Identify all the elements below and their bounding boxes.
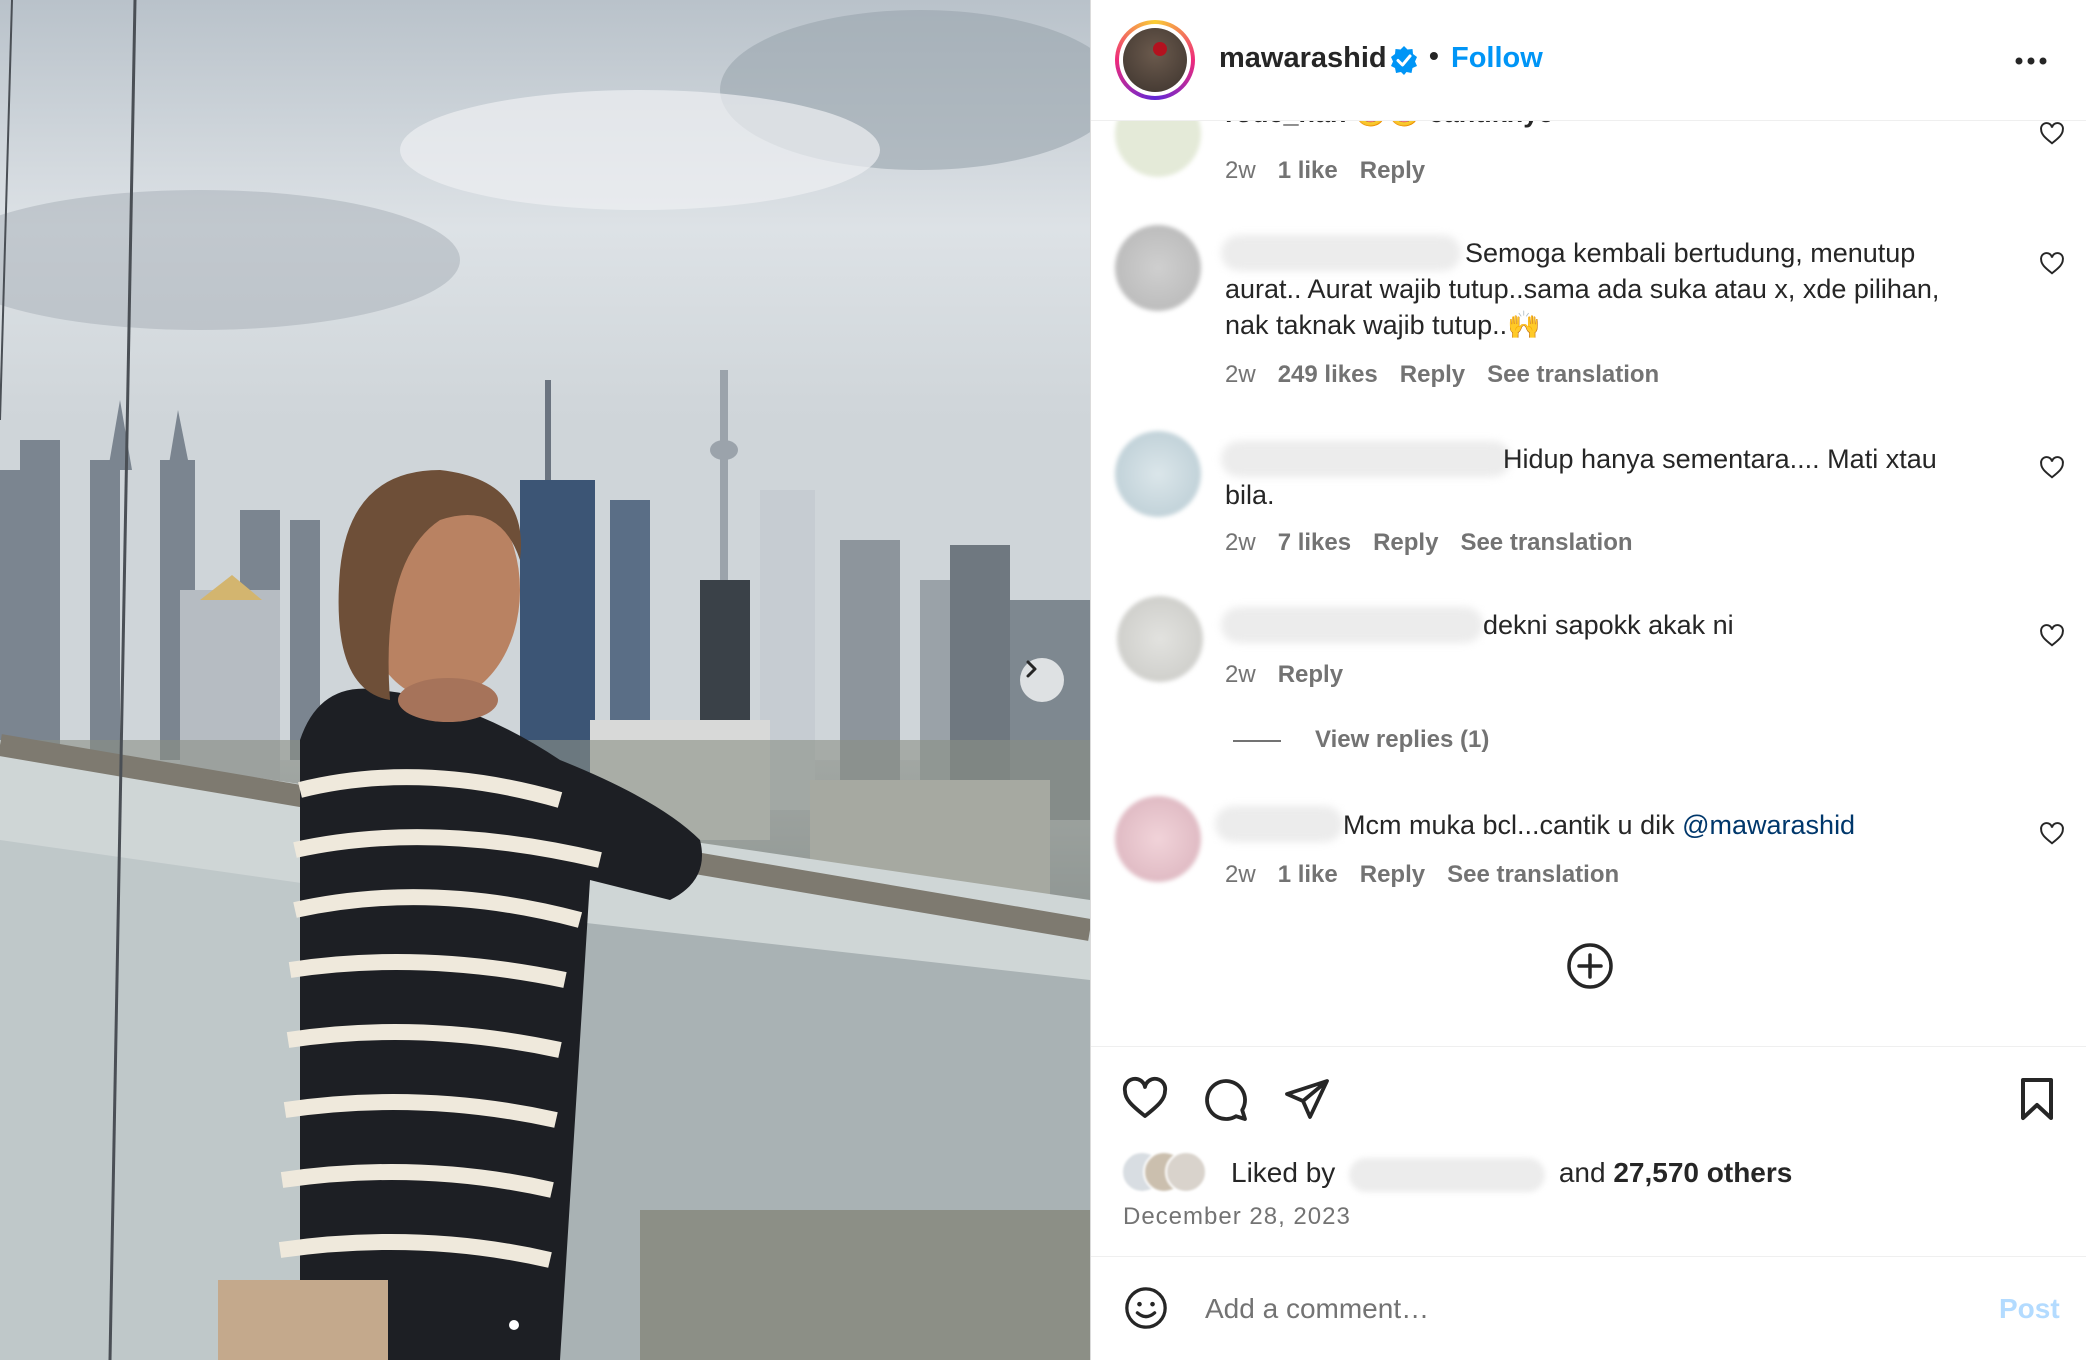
carousel-dot-active (509, 1320, 519, 1330)
comment-likes[interactable]: 7 likes (1278, 529, 1351, 556)
view-replies-button[interactable]: View replies (1) (1233, 726, 1489, 754)
comment-text-line: bila. (1225, 480, 1275, 510)
comment-meta: 2w 1 like Reply (1225, 157, 1447, 185)
post-side-panel: mawarashid • Follow rode_nan 😄😄 cantikny… (1090, 0, 2086, 1360)
comment-likes[interactable]: 1 like (1278, 861, 1338, 888)
comment-meta: 2w 249 likes Reply See translation (1225, 361, 1681, 389)
follow-button[interactable]: Follow (1451, 42, 1543, 75)
commenter-avatar[interactable] (1115, 225, 1201, 311)
comment-meta: 2w Reply (1225, 661, 1365, 689)
see-translation-button[interactable]: See translation (1460, 529, 1632, 556)
verified-badge-icon (1391, 46, 1417, 75)
like-heart-icon[interactable] (1121, 1075, 1169, 1123)
comment-text-line: Mcm muka bcl...cantik u dik @mawarashid (1343, 807, 1855, 843)
comment-mention-link[interactable]: @mawarashid (1682, 810, 1855, 840)
header-separator: • (1429, 40, 1439, 71)
comment-likes[interactable]: 1 like (1278, 157, 1338, 184)
post-header: mawarashid • Follow (1091, 0, 2086, 121)
comment-like-heart-icon[interactable] (2039, 251, 2065, 277)
comment-time[interactable]: 2w (1225, 157, 1256, 184)
comment-text-line: aurat.. Aurat wajib tutup..sama ada suka… (1225, 274, 1940, 304)
liked-by-text: Liked by and 27,570 others (1231, 1157, 1792, 1192)
view-replies-label: View replies (1) (1315, 726, 1490, 753)
bookmark-icon[interactable] (2013, 1075, 2061, 1123)
comment-reply-button[interactable]: Reply (1360, 157, 1425, 184)
author-avatar[interactable] (1115, 20, 1195, 100)
comment-text: Mcm muka bcl...cantik u dik (1343, 810, 1683, 840)
commenter-name-redacted (1215, 806, 1343, 842)
comment-time[interactable]: 2w (1225, 861, 1256, 888)
post-photo[interactable] (0, 0, 1090, 1360)
commenter-name-redacted (1221, 607, 1483, 643)
liked-by-and: and (1558, 1157, 1606, 1188)
comment-icon[interactable] (1201, 1075, 1249, 1123)
post-comment-button[interactable]: Post (1999, 1293, 2060, 1325)
likes-count[interactable]: 27,570 others (1613, 1157, 1792, 1188)
comments-list[interactable]: rode_nan 😄😄 cantiknye 2w 1 like Reply Semo… (1091, 121, 2086, 1046)
comment-text-line: Hidup hanya sementara.... Mati xtau (1503, 444, 1937, 474)
city-balcony-photo (0, 0, 1090, 1360)
comment-reply-button[interactable]: Reply (1278, 661, 1343, 688)
next-photo-button[interactable] (1020, 658, 1064, 702)
see-translation-button[interactable]: See translation (1487, 361, 1659, 388)
commenter-name-redacted (1221, 441, 1511, 477)
liked-by-label: Liked by (1231, 1157, 1336, 1188)
comment-like-heart-icon[interactable] (2039, 121, 2065, 147)
commenter-avatar[interactable] (1115, 796, 1201, 882)
commenter-name-redacted (1221, 235, 1461, 271)
comment-like-heart-icon[interactable] (2039, 623, 2065, 649)
comment-time[interactable]: 2w (1225, 529, 1256, 556)
emoji-icon[interactable] (1123, 1285, 1169, 1331)
liked-by-avatars[interactable] (1121, 1151, 1231, 1193)
add-comment-bar: Post (1091, 1256, 2086, 1361)
comment-text-line: Semoga kembali bertudung, menutup (1465, 238, 1916, 268)
author-username[interactable]: mawarashid (1219, 42, 1387, 75)
comment-text: rode_nan 😄😄 cantiknye (1225, 121, 1553, 131)
replies-line (1233, 739, 1281, 742)
comment-time[interactable]: 2w (1225, 661, 1256, 688)
comment-meta: 2w 1 like Reply See translation (1225, 861, 1641, 889)
comment-text-line: dekni sapokk akak ni (1483, 610, 1734, 640)
commenter-avatar[interactable] (1117, 596, 1203, 682)
commenter-avatar[interactable] (1115, 121, 1201, 177)
comment-like-heart-icon[interactable] (2039, 455, 2065, 481)
share-send-icon[interactable] (1283, 1075, 1331, 1123)
liked-by-user-redacted[interactable] (1349, 1157, 1546, 1192)
comment-meta: 2w 7 likes Reply See translation (1225, 529, 1655, 557)
see-translation-button[interactable]: See translation (1447, 861, 1619, 888)
add-comment-input[interactable] (1203, 1283, 1947, 1335)
more-horizontal-icon[interactable] (2011, 46, 2051, 76)
comment-reply-button[interactable]: Reply (1360, 861, 1425, 888)
load-more-comments-icon[interactable] (1565, 941, 1615, 991)
post-date[interactable]: December 28, 2023 (1123, 1203, 1351, 1231)
chevron-right-icon (1026, 660, 1037, 678)
comment-like-heart-icon[interactable] (2039, 821, 2065, 847)
comment-reply-button[interactable]: Reply (1400, 361, 1465, 388)
rose-icon (1153, 42, 1167, 56)
commenter-avatar[interactable] (1115, 431, 1201, 517)
comment-reply-button[interactable]: Reply (1373, 529, 1438, 556)
comment-text-line: nak taknak wajib tutup..🙌 (1225, 310, 1541, 340)
comment-time[interactable]: 2w (1225, 361, 1256, 388)
post-actions: Liked by and 27,570 others December 28, … (1091, 1046, 2086, 1257)
comment-likes[interactable]: 249 likes (1278, 361, 1378, 388)
